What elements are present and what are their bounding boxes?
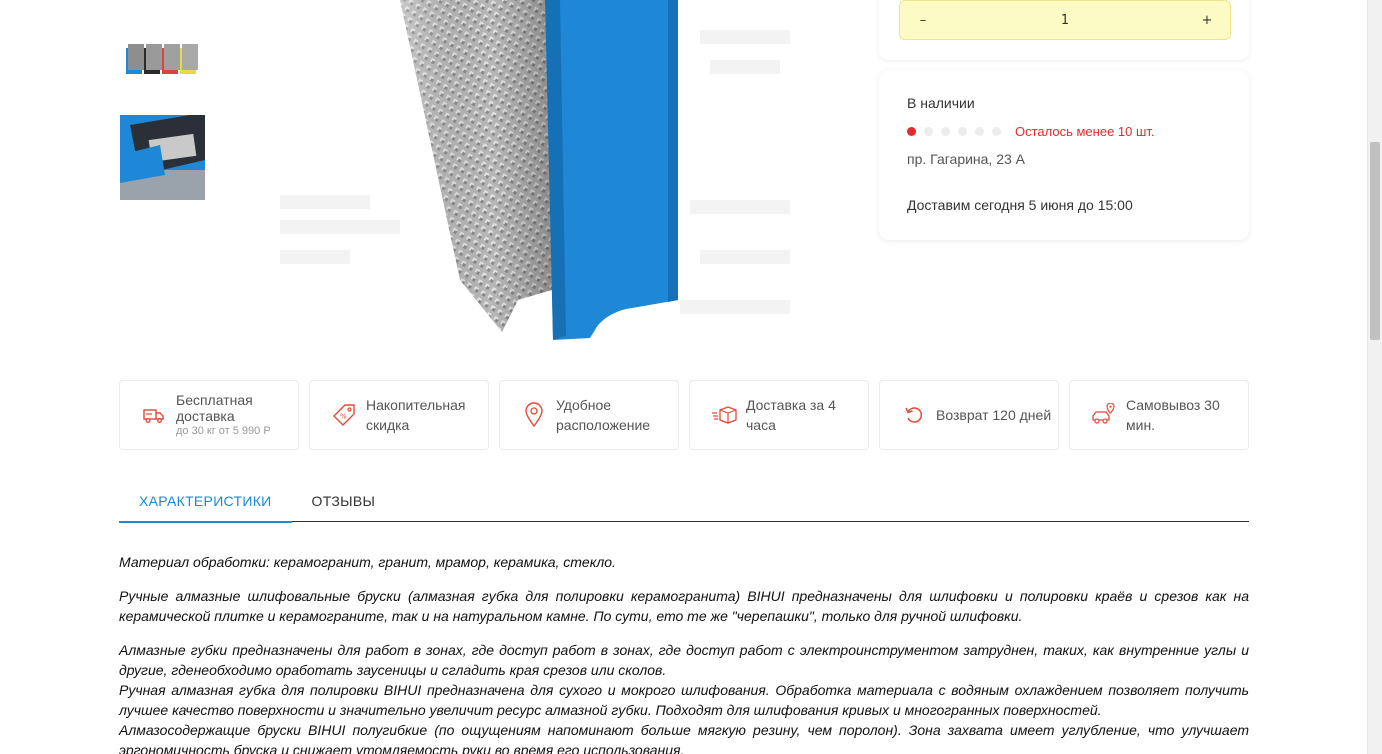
return-arrow-icon (900, 401, 928, 429)
stock-title: В наличии (907, 95, 975, 111)
product-thumbnail-colors[interactable] (120, 20, 205, 100)
product-main-image[interactable] (270, 0, 810, 350)
feature-pickup: Самовывоз 30 мин. (1069, 380, 1249, 450)
svg-text:%: % (340, 413, 347, 421)
stock-dot (907, 126, 916, 136)
feature-label: Удобное расположение (556, 397, 651, 433)
scrollbar-thumb[interactable] (1370, 142, 1380, 340)
quantity-card: – 1 + (879, 0, 1249, 60)
tab-characteristics[interactable]: ХАРАКТЕРИСТИКИ (119, 480, 292, 523)
discount-tag-icon: % (330, 401, 358, 429)
product-thumbnail-in-use[interactable] (120, 115, 205, 200)
quantity-stepper[interactable]: – 1 + (899, 0, 1231, 40)
product-description: Материал обработки: керамогранит, гранит… (119, 552, 1249, 754)
feature-label: Самовывоз 30 мин. (1126, 397, 1220, 433)
feature-label: Накопительная скидка (366, 397, 466, 433)
location-pin-icon (520, 401, 548, 429)
increment-button[interactable]: + (1198, 13, 1216, 28)
description-paragraph: Ручные алмазные шлифовальные бруски (алм… (119, 588, 1249, 624)
feature-discount: % Накопительная скидка (309, 380, 489, 450)
stock-dot (941, 126, 950, 136)
feature-return: Возврат 120 дней (879, 380, 1059, 450)
page-scrollbar[interactable] (1367, 0, 1382, 754)
stock-level: Осталось менее 10 шт. (907, 123, 1221, 139)
pickup-car-icon (1090, 401, 1118, 429)
feature-free-delivery: Бесплатная доставка до 30 кг от 5 990 Р (119, 380, 299, 450)
feature-sublabel: до 30 кг от 5 990 Р (176, 425, 271, 437)
stock-dot (992, 126, 1001, 136)
features-row: Бесплатная доставка до 30 кг от 5 990 Р … (119, 380, 1249, 450)
store-address: пр. Гагарина, 23 А (907, 151, 1026, 167)
stock-dot (975, 126, 984, 136)
stock-dot (924, 126, 933, 136)
feature-location: Удобное расположение (499, 380, 679, 450)
description-paragraph: Материал обработки: керамогранит, гранит… (119, 554, 616, 570)
delivery-truck-icon (140, 401, 168, 429)
decrement-button[interactable]: – (914, 13, 932, 28)
feature-label: Доставка за 4 часа (746, 397, 836, 433)
stock-dot (958, 126, 967, 136)
fast-box-icon (710, 401, 738, 429)
quantity-value[interactable]: 1 (1061, 13, 1069, 28)
feature-label: Возврат 120 дней (936, 407, 1052, 423)
tab-reviews[interactable]: ОТЗЫВЫ (292, 480, 396, 522)
feature-fast-delivery: Доставка за 4 часа (689, 380, 869, 450)
description-paragraph: Ручная алмазная губка для полировки BIHU… (119, 682, 1249, 718)
description-paragraph: Алмазосодержащие бруски BIHUI полугибкие… (119, 722, 1249, 754)
low-stock-warning: Осталось менее 10 шт. (1015, 123, 1155, 139)
description-paragraph: Алмазные губки предназначены для работ в… (119, 642, 1249, 678)
stock-card: В наличии Осталось менее 10 шт. пр. Гага… (879, 70, 1249, 240)
delivery-estimate: Доставим сегодня 5 июня до 15:00 (907, 197, 1133, 213)
feature-label: Бесплатная доставка (176, 392, 253, 424)
product-tabs: ХАРАКТЕРИСТИКИ ОТЗЫВЫ (119, 480, 1249, 523)
